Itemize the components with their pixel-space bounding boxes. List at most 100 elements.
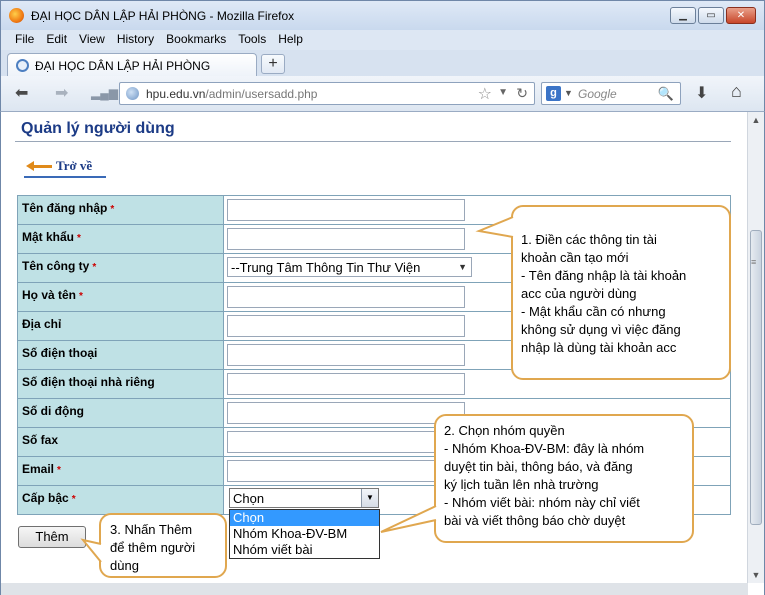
callout-line: 3. Nhấn Thêm [110, 522, 193, 537]
menu-tools[interactable]: Tools [232, 30, 272, 50]
company-select[interactable]: --Trung Tâm Thông Tin Thư Viện ▼ [227, 257, 472, 277]
required-marker: * [79, 291, 83, 302]
phone-input[interactable] [227, 344, 465, 366]
tab-active[interactable]: ĐẠI HỌC DÂN LẬP HẢI PHÒNG [7, 53, 257, 76]
field-label: Số điện thoại nhà riêng [17, 369, 224, 399]
window-controls: ▁ ▭ ✕ [670, 7, 756, 24]
url-path: /admin/usersadd.php [205, 87, 318, 101]
fullname-input[interactable] [227, 286, 465, 308]
fax-input[interactable] [227, 431, 465, 453]
menu-view[interactable]: View [73, 30, 111, 50]
bookmark-star-icon[interactable]: ☆ [478, 84, 492, 104]
url-bar[interactable]: hpu.edu.vn/admin/usersadd.php ☆ ▼ ↻ [119, 82, 535, 105]
callout-line: không sử dụng vì việc đăng [521, 322, 681, 337]
rank-option[interactable]: Chọn [230, 510, 379, 526]
window-title: ĐẠI HỌC DÂN LẬP HẢI PHÒNG - Mozilla Fire… [31, 9, 295, 23]
scroll-up-icon[interactable]: ▲ [748, 112, 764, 128]
vertical-scrollbar[interactable]: ▲ ≡ ▼ [747, 112, 764, 583]
downloads-icon[interactable]: ⬇ [695, 83, 708, 103]
field-label-text: Họ và tên [22, 288, 77, 302]
add-user-button[interactable]: Thêm [18, 526, 86, 548]
required-marker: * [110, 204, 115, 215]
window-titlebar: ĐẠI HỌC DÂN LẬP HẢI PHÒNG - Mozilla Fire… [0, 0, 765, 30]
callout-line: khoản cần tạo mới [521, 250, 629, 265]
field-label: Email * [17, 456, 224, 486]
mobile-input[interactable] [227, 402, 465, 424]
callout-choose-group: 2. Chọn nhóm quyền - Nhóm Khoa-ĐV-BM: đâ… [434, 414, 694, 543]
required-marker: * [92, 262, 97, 273]
url-history-dropdown-icon[interactable]: ▼ [498, 87, 508, 98]
search-icon[interactable]: 🔍 [658, 86, 674, 102]
field-label-text: Số di động [22, 404, 84, 418]
callout-line: - Nhóm viết bài: nhóm này chỉ viết [444, 495, 640, 510]
callout-line: 1. Điền các thông tin tài [521, 232, 657, 247]
menu-help[interactable]: Help [272, 30, 309, 50]
callout-line: 2. Chọn nhóm quyền [444, 423, 565, 438]
scrollbar-thumb[interactable] [750, 230, 762, 525]
callout-line: ký lịch tuần lên nhà trường [444, 477, 599, 492]
minimize-button[interactable]: ▁ [670, 7, 696, 24]
password-input[interactable] [227, 228, 465, 250]
field-label-text: Tên công ty [22, 259, 90, 273]
menu-bookmarks[interactable]: Bookmarks [160, 30, 232, 50]
menu-history[interactable]: History [111, 30, 160, 50]
tab-label: ĐẠI HỌC DÂN LẬP HẢI PHÒNG [35, 59, 211, 73]
rank-dropdown-list: Chọn Nhóm Khoa-ĐV-BM Nhóm viết bài [229, 509, 380, 559]
callout-line: nhập là dùng tài khoản acc [521, 340, 677, 355]
page-title: Quản lý người dùng [21, 120, 175, 137]
callout-line: - Mật khẩu cần có nhưng [521, 304, 666, 319]
field-label: Mật khẩu * [17, 224, 224, 254]
back-arrow-icon [26, 161, 52, 171]
rank-option[interactable]: Nhóm Khoa-ĐV-BM [230, 526, 379, 542]
field-label-text: Số điện thoại nhà riêng [22, 375, 155, 389]
field-label: Cấp bậc * [17, 485, 224, 515]
home-phone-input[interactable] [227, 373, 465, 395]
field-label: Tên đăng nhập * [17, 195, 224, 225]
page-viewport: Quản lý người dùng Trở về Tên đăng nhập *… [0, 112, 765, 595]
field-label-text: Email [22, 462, 55, 476]
username-input[interactable] [227, 199, 465, 221]
callout-press-add: 3. Nhấn Thêm để thêm người dùng [99, 513, 227, 578]
url-text[interactable]: hpu.edu.vn/admin/usersadd.php [146, 87, 317, 101]
minimize-icon: ▁ [679, 10, 687, 21]
chevron-down-icon[interactable]: ▼ [361, 489, 378, 507]
field-label: Số di động [17, 398, 224, 428]
forward-arrow-icon[interactable]: ➡ [55, 83, 68, 103]
maximize-button[interactable]: ▭ [698, 7, 724, 24]
back-link[interactable]: Trở về [26, 158, 92, 174]
address-input[interactable] [227, 315, 465, 337]
scrollbar-grip-icon: ≡ [751, 257, 757, 267]
site-favicon-icon [16, 59, 29, 72]
email-input[interactable] [227, 460, 465, 482]
new-tab-button[interactable]: + [261, 54, 285, 74]
close-button[interactable]: ✕ [726, 7, 756, 24]
field-label: Họ và tên * [17, 282, 224, 312]
field-label-text: Số điện thoại [22, 346, 98, 360]
callout-line: dùng [110, 558, 139, 573]
reload-icon[interactable]: ↻ [516, 85, 528, 102]
navigation-toolbar: ⬅ ➡ ▂▄▆ hpu.edu.vn/admin/usersadd.php ☆ … [0, 76, 765, 112]
rank-select-value: Chọn [233, 491, 265, 506]
google-icon[interactable]: g [546, 86, 561, 101]
back-link-label: Trở về [56, 158, 93, 173]
field-label: Tên công ty * [17, 253, 224, 283]
menu-edit[interactable]: Edit [40, 30, 73, 50]
search-bar[interactable]: g ▼ Google 🔍 [541, 82, 681, 105]
callout-fill-info: 1. Điền các thông tin tài khoản cần tạo … [511, 205, 731, 380]
rank-option[interactable]: Nhóm viết bài [230, 542, 379, 558]
field-label-text: Mật khẩu [22, 230, 75, 244]
field-label: Địa chỉ [17, 311, 224, 341]
field-label-text: Số fax [22, 433, 59, 447]
title-divider [15, 141, 731, 142]
home-icon[interactable]: ⌂ [731, 81, 742, 102]
close-icon: ✕ [736, 10, 746, 21]
globe-icon [126, 87, 139, 100]
back-arrow-icon[interactable]: ⬅ [15, 83, 28, 103]
horizontal-scrollbar[interactable] [1, 583, 748, 595]
search-engine-dropdown-icon[interactable]: ▼ [564, 88, 573, 98]
rank-select[interactable]: Chọn ▼ [229, 488, 379, 508]
required-marker: * [57, 465, 61, 476]
scroll-down-icon[interactable]: ▼ [748, 567, 764, 583]
menu-bar: File Edit View History Bookmarks Tools H… [0, 30, 765, 50]
menu-file[interactable]: File [9, 30, 40, 50]
